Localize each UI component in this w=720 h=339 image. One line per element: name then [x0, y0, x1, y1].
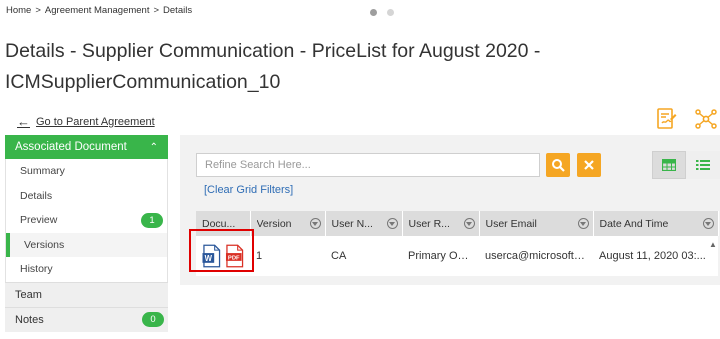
document-sign-glyph: [657, 108, 677, 129]
column-header-label: User R...: [408, 217, 450, 230]
sidebar: Associated Document ⌃ Summary Details Pr…: [5, 135, 168, 339]
close-icon: [584, 160, 594, 170]
sidebar-submenu: Summary Details Preview 1 Versions Histo…: [5, 159, 168, 282]
user-name-cell: CA: [325, 236, 402, 276]
sidebar-item-label: Versions: [24, 238, 65, 251]
sidebar-item-label: Summary: [20, 165, 65, 178]
version-cell: 1: [250, 236, 325, 276]
column-header-label: Version: [256, 217, 292, 230]
page-title: Details - Supplier Communication - Price…: [5, 40, 541, 93]
pdf-document-icon[interactable]: PDF: [225, 244, 245, 268]
preview-count-badge: 1: [141, 212, 163, 228]
carousel-dots: [370, 9, 394, 16]
column-header-user-role[interactable]: User R...: [402, 211, 480, 236]
go-to-parent-label: Go to Parent Agreement: [36, 115, 155, 128]
sidebar-item-history[interactable]: History: [6, 257, 167, 282]
breadcrumb-separator: >: [35, 5, 41, 16]
sidebar-section-label: Team: [15, 288, 42, 301]
sidebar-item-label: Details: [20, 189, 53, 202]
breadcrumb-home[interactable]: Home: [6, 5, 31, 16]
chevron-up-icon: ⌃: [149, 141, 158, 153]
column-header-label: User N...: [331, 217, 373, 230]
scroll-up-arrow-icon[interactable]: ▲: [709, 240, 717, 249]
sidebar-item-label: Preview: [20, 214, 58, 227]
list-view-button[interactable]: [686, 151, 720, 179]
grid-view-icon: [662, 159, 676, 171]
word-document-icon[interactable]: W: [202, 244, 222, 268]
clear-grid-filters-link[interactable]: [Clear Grid Filters]: [204, 184, 293, 196]
hierarchy-network-icon[interactable]: [694, 107, 718, 131]
column-header-user-email[interactable]: User Email: [479, 211, 594, 236]
word-icon-letter: W: [205, 254, 213, 263]
grid-header-row: Docu... Version User N... User R... User…: [196, 211, 719, 236]
clear-search-button[interactable]: [577, 153, 601, 177]
search-input[interactable]: Refine Search Here...: [196, 153, 540, 177]
breadcrumb-agreement-management[interactable]: Agreement Management: [45, 5, 150, 16]
breadcrumb-details: Details: [163, 5, 193, 16]
sidebar-header-label: Associated Document: [15, 141, 127, 153]
column-header-label: User Email: [485, 217, 537, 230]
pdf-icon-label: PDF: [227, 255, 239, 261]
sidebar-item-summary[interactable]: Summary: [6, 159, 167, 184]
sidebar-section-notes[interactable]: Notes 0: [5, 306, 168, 332]
document-cell: W PDF: [196, 236, 250, 276]
column-header-user-name[interactable]: User N...: [325, 211, 403, 236]
date-time-cell: August 11, 2020 03:...: [593, 236, 718, 276]
list-view-icon: [696, 160, 710, 170]
search-button[interactable]: [546, 153, 570, 177]
filter-icon[interactable]: [577, 218, 589, 229]
sidebar-item-details[interactable]: Details: [6, 184, 167, 209]
breadcrumb: Home > Agreement Management > Details: [6, 5, 192, 16]
document-sign-icon[interactable]: [654, 107, 678, 131]
go-to-parent-agreement-link[interactable]: ← Go to Parent Agreement: [17, 114, 155, 129]
column-header-label: Date And Time: [599, 217, 669, 230]
sidebar-item-label: History: [20, 263, 53, 276]
versions-grid: Docu... Version User N... User R... User…: [196, 211, 719, 276]
filter-icon[interactable]: [386, 218, 398, 229]
sidebar-item-versions[interactable]: Versions: [6, 232, 167, 257]
column-header-version[interactable]: Version: [250, 211, 326, 236]
notes-count-badge: 0: [142, 312, 164, 327]
carousel-dot-active[interactable]: [370, 9, 377, 16]
filter-icon[interactable]: [702, 218, 714, 229]
sidebar-section-label: Notes: [15, 313, 44, 326]
sidebar-header-associated-document[interactable]: Associated Document ⌃: [5, 135, 168, 159]
user-role-cell: Primary Ow...: [402, 236, 479, 276]
filter-icon[interactable]: [309, 218, 321, 229]
grid-view-button[interactable]: [652, 151, 686, 179]
user-email-cell: userca@microsoft.c...: [479, 236, 593, 276]
sidebar-section-team[interactable]: Team: [5, 281, 168, 307]
column-header-document[interactable]: Docu...: [196, 211, 251, 236]
table-row[interactable]: W PDF 1 CA Primary Ow... userca@microsof…: [196, 236, 718, 276]
hierarchy-network-glyph: [695, 109, 717, 129]
search-icon: [552, 159, 565, 172]
carousel-dot[interactable]: [387, 9, 394, 16]
column-header-label: Docu...: [202, 217, 236, 230]
filter-icon[interactable]: [463, 218, 475, 229]
breadcrumb-separator: >: [153, 5, 160, 16]
column-header-date-and-time[interactable]: Date And Time: [593, 211, 719, 236]
search-placeholder: Refine Search Here...: [205, 159, 311, 171]
sidebar-item-preview[interactable]: Preview 1: [6, 208, 167, 233]
arrow-left-icon: ←: [17, 114, 30, 129]
